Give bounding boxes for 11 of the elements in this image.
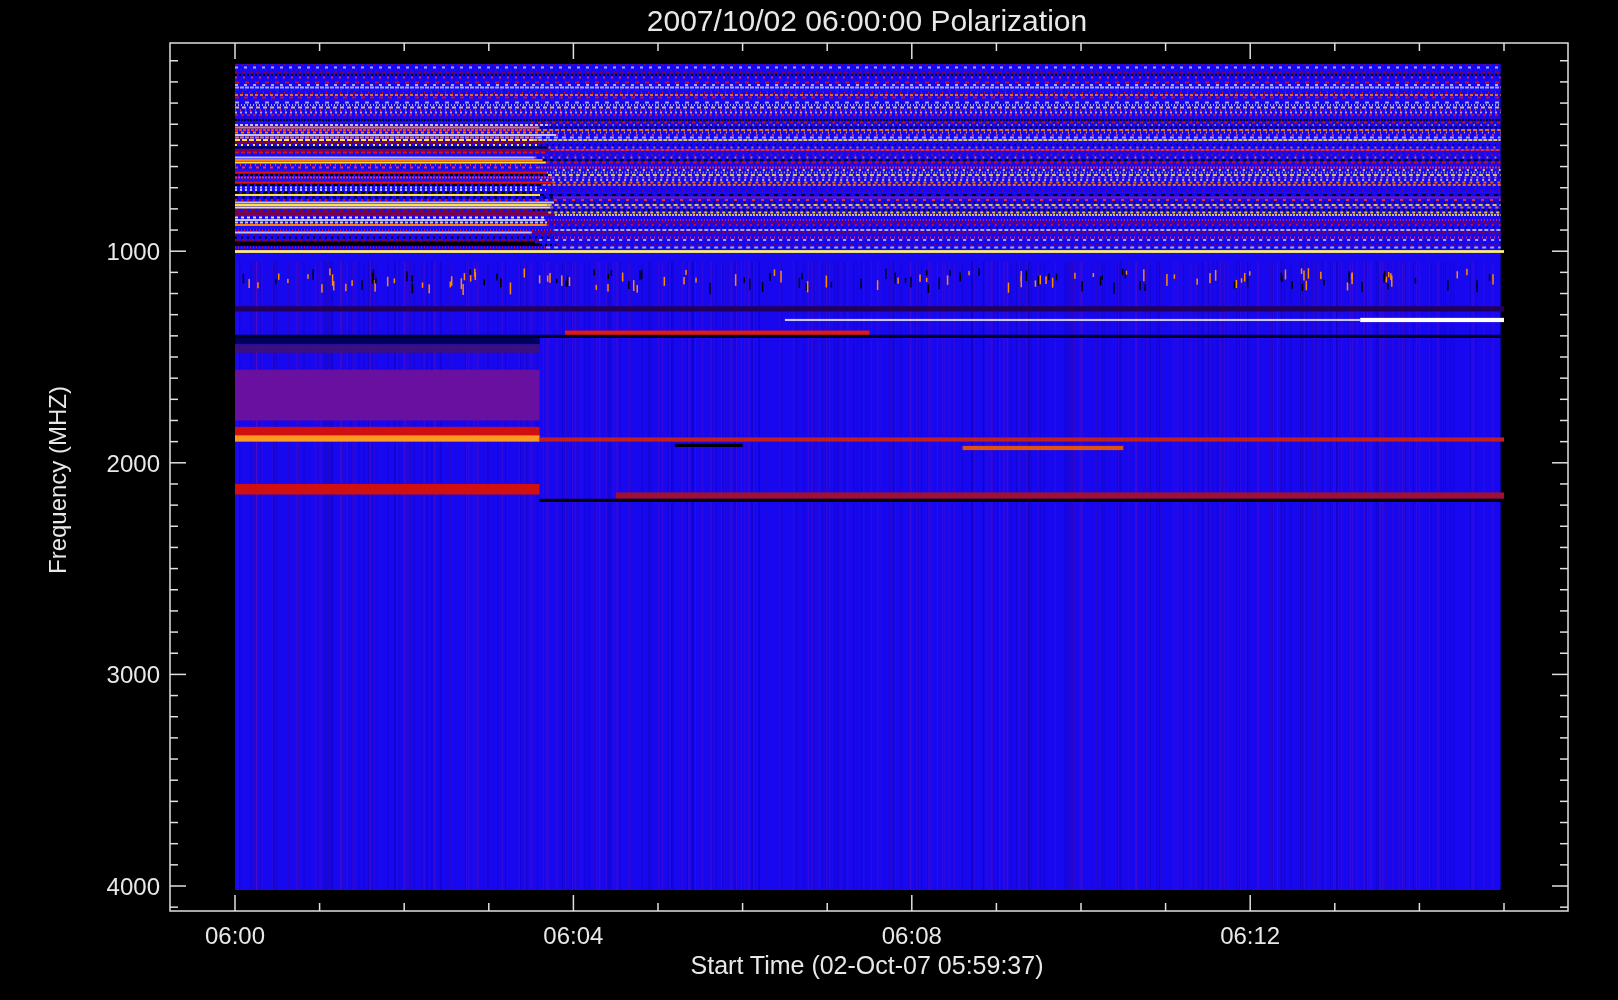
- y-tick-label: 2000: [106, 449, 160, 477]
- y-tick-label: 4000: [106, 873, 160, 900]
- y-tick-label: 3000: [106, 661, 160, 689]
- y-axis-label: Frequency (MHZ): [44, 386, 71, 574]
- plot-title: 2007/10/02 06:00:00 Polarization: [646, 4, 1088, 37]
- x-tick-label: 06:12: [1220, 922, 1281, 949]
- x-tick-label: 06:00: [204, 922, 266, 949]
- y-tick-label: 1000: [106, 238, 160, 266]
- x-tick-label: 06:04: [543, 922, 604, 949]
- x-tick-label: 06:08: [881, 922, 942, 949]
- x-axis-label: Start Time (02-Oct-07 05:59:37): [690, 951, 1044, 979]
